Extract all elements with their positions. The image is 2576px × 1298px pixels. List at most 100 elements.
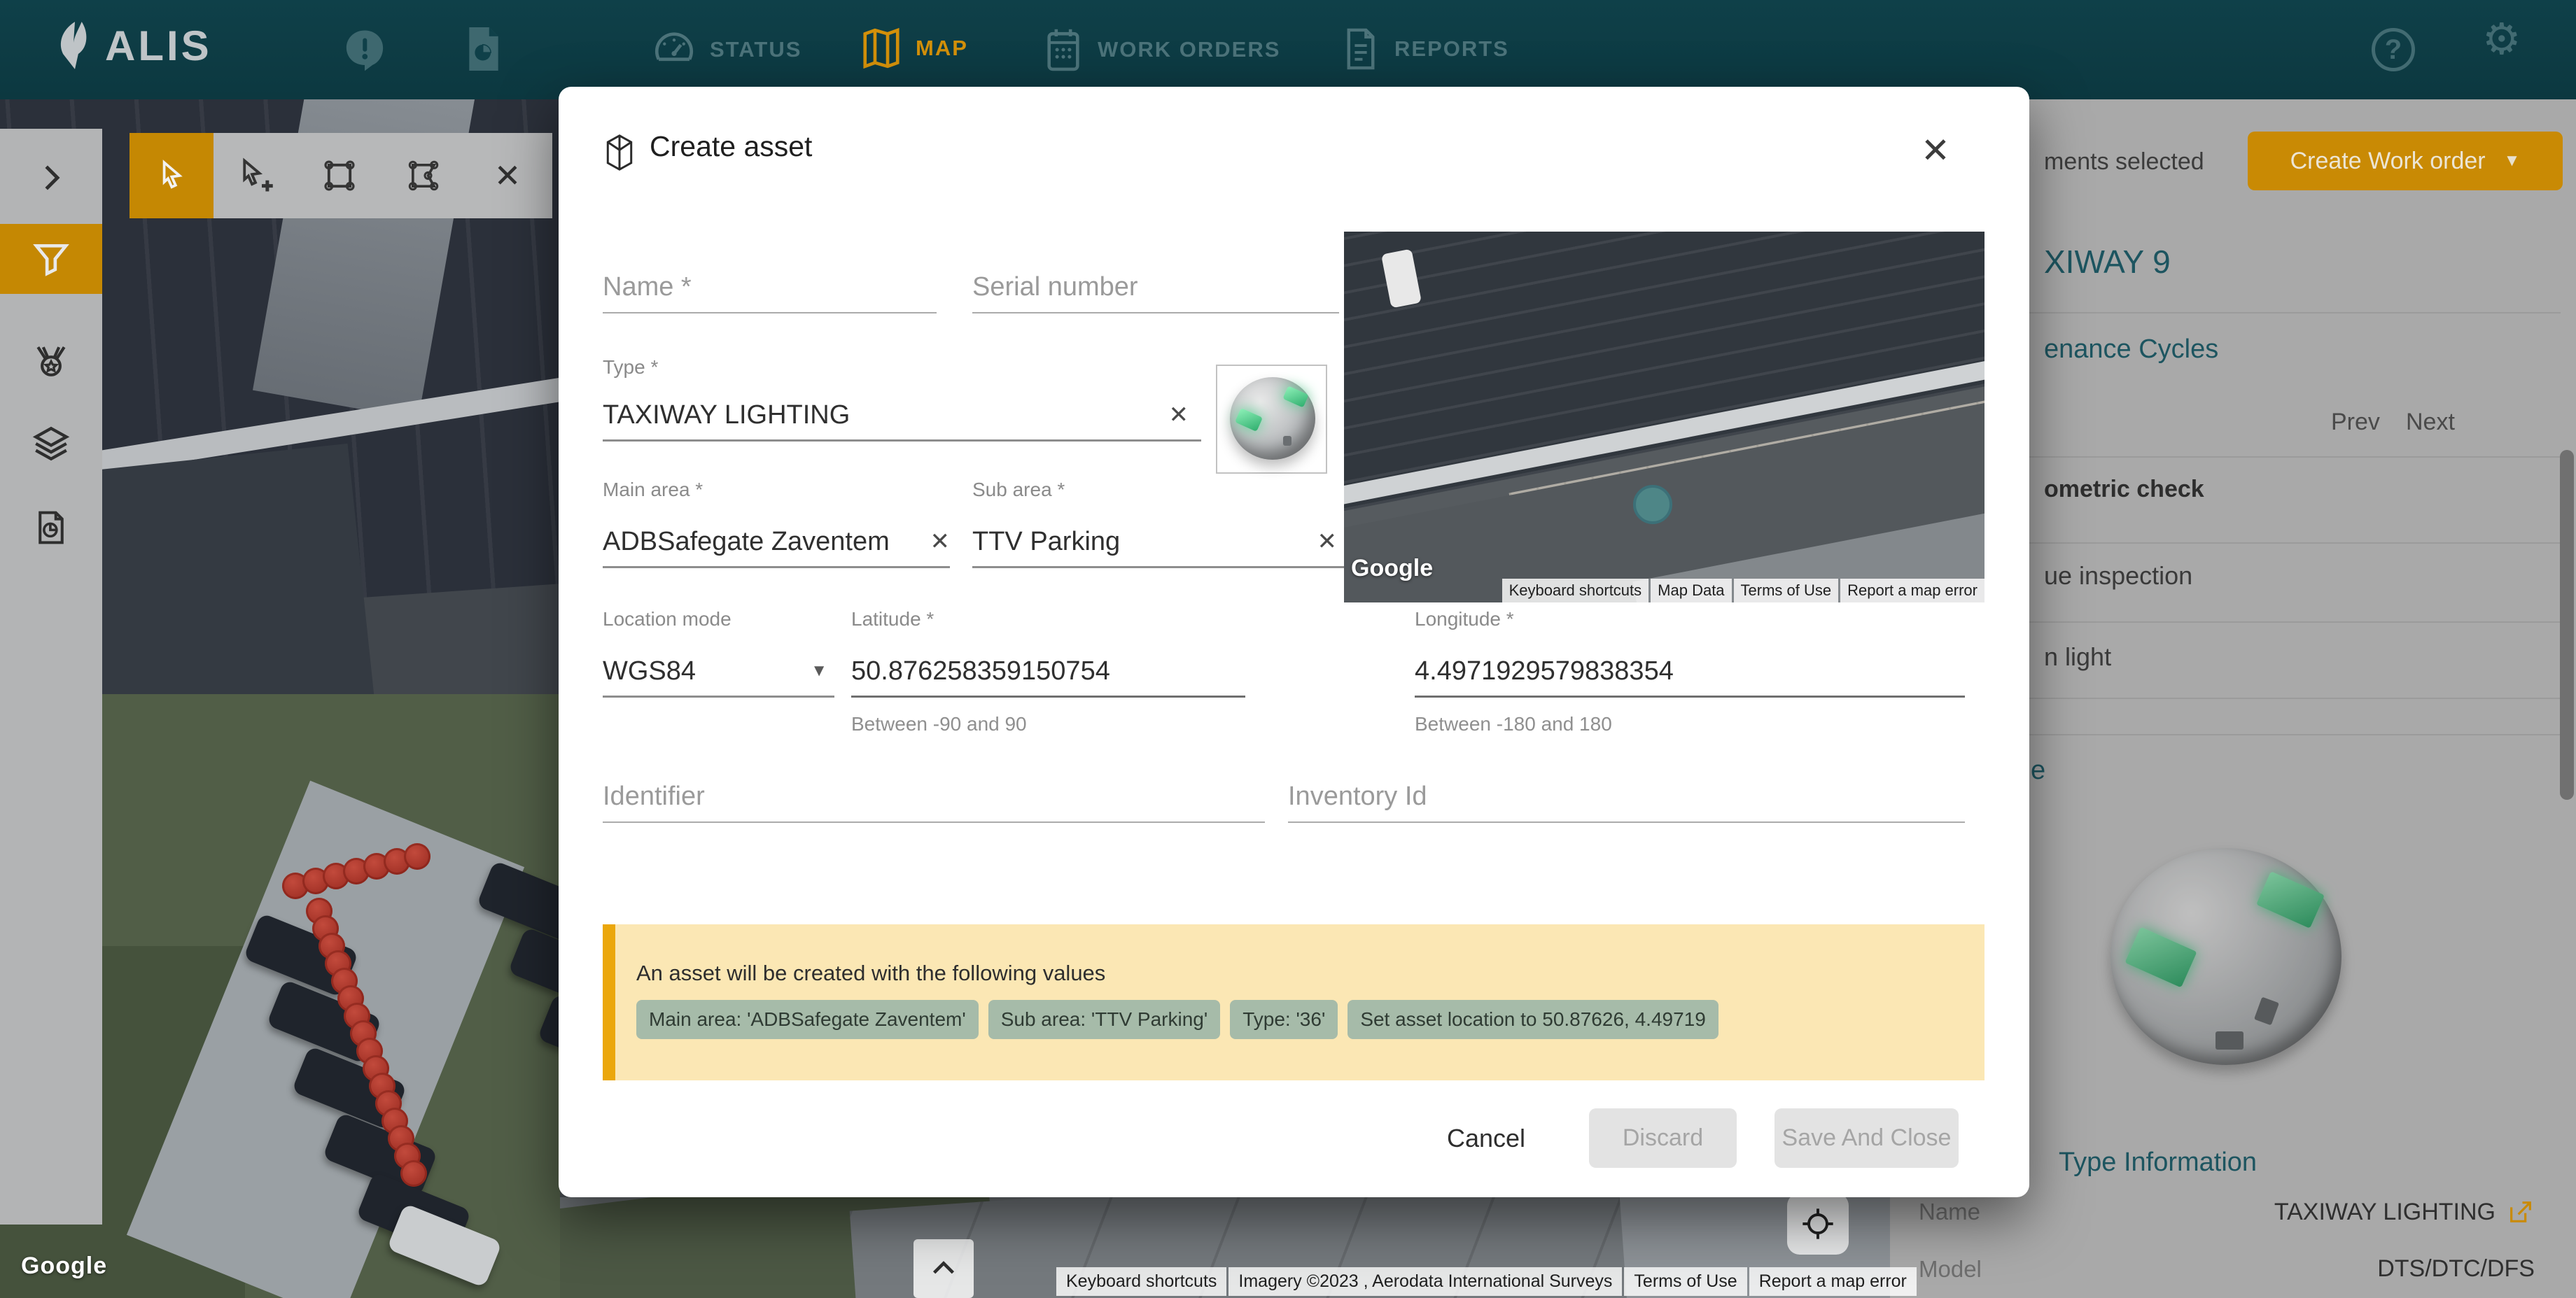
chip-sub-area: Sub area: 'TTV Parking' (988, 1000, 1221, 1039)
locate-me-button[interactable] (1787, 1193, 1849, 1255)
main-area-field[interactable]: Main area * ADBSafegate Zaventem ✕ (603, 479, 950, 568)
clear-main-area-icon[interactable]: ✕ (930, 528, 951, 556)
location-mode-label: Location mode (603, 608, 732, 630)
reports-shortcut-button[interactable] (462, 25, 505, 76)
create-work-order-button[interactable]: Create Work order ▼ (2248, 132, 2563, 190)
report-map-error-link[interactable]: Report a map error (1840, 579, 1984, 602)
chip-location: Set asset location to 50.87626, 4.49719 (1348, 1000, 1718, 1039)
type-information-heading: Type Information (2059, 1148, 2257, 1178)
polygon-select-tool-button[interactable] (382, 133, 465, 218)
keyboard-shortcuts-link[interactable]: Keyboard shortcuts (1056, 1267, 1226, 1296)
type-value: TAXIWAY LIGHTING (603, 400, 850, 430)
create-work-order-label: Create Work order (2290, 148, 2486, 175)
cancel-button[interactable]: Cancel (1427, 1108, 1546, 1168)
keyboard-shortcuts-link[interactable]: Keyboard shortcuts (1502, 579, 1649, 602)
asset-marker[interactable] (404, 843, 430, 870)
asset-location-marker[interactable] (1633, 485, 1672, 524)
clear-selection-button[interactable]: ✕ (465, 133, 550, 218)
selection-count-text: ments selected (2044, 148, 2204, 176)
sub-area-label: Sub area * (972, 479, 1065, 501)
main-area-label: Main area * (603, 479, 703, 501)
document-chart-icon (32, 509, 70, 546)
notice-chips: Main area: 'ADBSafegate Zaventem' Sub ar… (636, 1000, 1718, 1039)
rectangle-select-tool-button[interactable] (298, 133, 382, 218)
question-icon: ? (2385, 34, 2402, 66)
type-field[interactable]: Type * TAXIWAY LIGHTING ✕ (603, 356, 1201, 442)
prev-button[interactable]: Prev (2331, 409, 2380, 436)
latitude-value: 50.876258359150754 (851, 656, 1110, 686)
sub-area-field[interactable]: Sub area * TTV Parking ✕ (972, 479, 1344, 568)
serial-number-field[interactable]: Serial number (972, 249, 1339, 313)
alert-bubble-icon (342, 27, 388, 73)
name-field[interactable]: Name * (603, 249, 937, 313)
select-tool-button[interactable] (130, 133, 214, 218)
report-button[interactable] (0, 493, 102, 563)
map-data-link[interactable]: Map Data (1651, 579, 1731, 602)
clear-type-icon[interactable]: ✕ (1169, 401, 1189, 429)
type-label: Type * (603, 356, 658, 379)
panel-scrollbar[interactable] (2560, 450, 2574, 800)
tab-map-label: MAP (916, 36, 968, 61)
section-heading-fragment: e (2031, 756, 2045, 786)
tab-reports-label: REPORTS (1394, 36, 1509, 62)
main-area-value: ADBSafegate Zaventem (603, 527, 890, 557)
minimap-attribution: Keyboard shortcuts Map Data Terms of Use… (1502, 579, 1984, 602)
add-select-tool-button[interactable] (214, 133, 298, 218)
calendar-icon (1042, 27, 1085, 73)
terms-of-use-link[interactable]: Terms of Use (1734, 579, 1839, 602)
report-map-error-link[interactable]: Report a map error (1749, 1267, 1917, 1296)
longitude-value: 4.4971929579838354 (1415, 656, 1674, 686)
top-nav: ALIS (0, 0, 2576, 99)
chevron-up-icon (927, 1253, 960, 1285)
inventory-id-placeholder: Inventory Id (1288, 782, 1427, 812)
imagery-credit: Imagery ©2023 , Aerodata International S… (1228, 1267, 1622, 1296)
identifier-placeholder: Identifier (603, 782, 705, 812)
location-minimap[interactable]: Google Keyboard shortcuts Map Data Terms… (1344, 232, 1984, 602)
filter-button[interactable] (0, 224, 102, 294)
save-and-close-button[interactable]: Save And Close (1774, 1108, 1959, 1168)
cycle-item[interactable]: ue inspection (2044, 561, 2192, 591)
polygon-select-icon (405, 157, 442, 194)
expand-panel-button[interactable] (0, 143, 102, 213)
app-root: Google Keyboard shortcuts Imagery ©2023 … (0, 0, 2576, 1298)
help-button[interactable]: ? (2372, 28, 2415, 71)
settings-button[interactable]: ⚙ (2482, 18, 2521, 62)
close-icon[interactable]: ✕ (1915, 127, 1956, 174)
external-link-icon[interactable] (2507, 1198, 2535, 1226)
identifier-field[interactable]: Identifier (603, 773, 1265, 823)
terms-of-use-link[interactable]: Terms of Use (1624, 1267, 1746, 1296)
next-button[interactable]: Next (2406, 409, 2455, 436)
discard-button[interactable]: Discard (1589, 1108, 1737, 1168)
map-attribution: Keyboard shortcuts Imagery ©2023 , Aerod… (1056, 1267, 1917, 1296)
alerts-button[interactable] (342, 27, 388, 76)
latitude-field[interactable]: Latitude * 50.876258359150754 (851, 608, 1245, 698)
tab-map[interactable]: MAP (860, 27, 968, 70)
name-value: TAXIWAY LIGHTING (2274, 1199, 2496, 1226)
collapse-panel-button[interactable] (913, 1239, 974, 1298)
layers-button[interactable] (0, 409, 102, 479)
cube-icon (603, 134, 636, 174)
tab-work-orders[interactable]: WORK ORDERS (1042, 27, 1280, 73)
asset-marker[interactable] (400, 1160, 427, 1187)
tab-reports[interactable]: REPORTS (1340, 27, 1509, 71)
sub-area-value: TTV Parking (972, 527, 1120, 557)
brand-name: ALIS (105, 22, 212, 70)
location-mode-value: WGS84 (603, 656, 696, 686)
tab-status[interactable]: STATUS (651, 27, 802, 73)
leaf-logo-icon (55, 20, 95, 71)
create-asset-modal: Create asset ✕ Name * Serial number Type… (559, 87, 2029, 1197)
app-logo[interactable]: ALIS (55, 20, 212, 71)
location-mode-select[interactable]: Location mode WGS84 ▼ (603, 608, 834, 698)
longitude-field[interactable]: Longitude * 4.4971929579838354 (1415, 608, 1965, 698)
asset-title: XIWAY 9 (2044, 243, 2171, 281)
map-side-toolbar (0, 129, 102, 1225)
medal-icon (31, 341, 71, 381)
asset-photo (2086, 838, 2387, 1075)
badges-button[interactable] (0, 326, 102, 396)
inventory-id-field[interactable]: Inventory Id (1288, 773, 1965, 823)
type-info-model-row: Model DTS/DTC/DFS (1919, 1255, 2535, 1283)
longitude-label: Longitude * (1415, 608, 1514, 630)
clear-sub-area-icon[interactable]: ✕ (1317, 528, 1338, 556)
cycle-item[interactable]: n light (2044, 642, 2111, 672)
cycle-item[interactable]: ometric check (2044, 476, 2204, 503)
